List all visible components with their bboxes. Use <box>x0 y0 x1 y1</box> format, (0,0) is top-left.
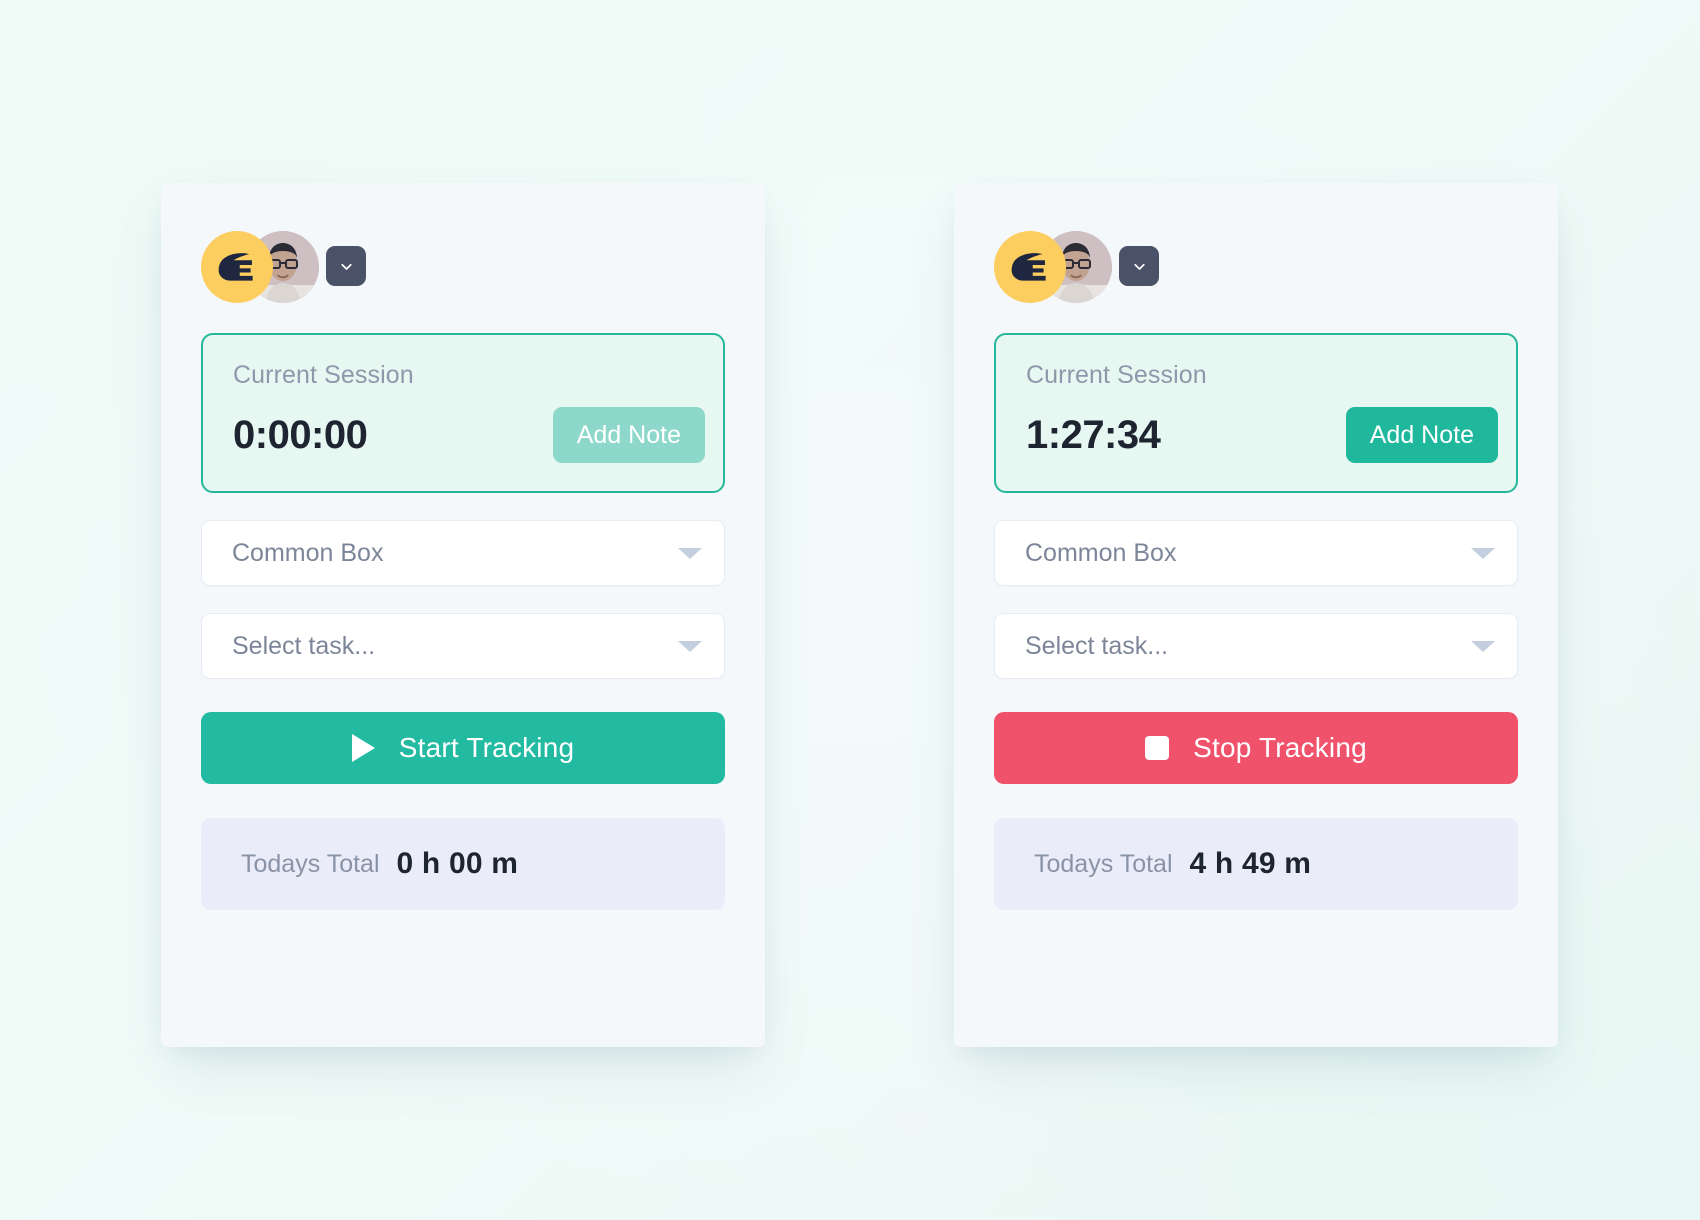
account-dropdown-button[interactable] <box>1119 246 1159 286</box>
task-select[interactable]: Select task... <box>201 613 725 679</box>
project-select-value: Common Box <box>1025 538 1177 567</box>
caret-down-icon <box>678 547 702 559</box>
project-select[interactable]: Common Box <box>994 520 1518 586</box>
session-row: 1:27:34 Add Note <box>1026 407 1498 463</box>
project-select[interactable]: Common Box <box>201 520 725 586</box>
chevron-down-icon <box>1133 263 1145 270</box>
avatar-group <box>994 227 1112 305</box>
task-select-value: Select task... <box>1025 631 1169 660</box>
company-logo-e-icon <box>201 231 273 303</box>
session-timer-value: 0:00:00 <box>233 412 368 457</box>
current-session-label: Current Session <box>1026 361 1207 389</box>
card-header <box>994 227 1518 305</box>
add-note-button[interactable]: Add Note <box>552 407 705 463</box>
company-logo-e-icon <box>994 231 1066 303</box>
session-timer-value: 1:27:34 <box>1026 412 1161 457</box>
task-select-value: Select task... <box>232 631 376 660</box>
card-header <box>201 227 725 305</box>
chevron-down-icon <box>340 263 352 270</box>
current-session-panel: Current Session 0:00:00 Add Note <box>201 333 725 493</box>
todays-total-panel: Todays Total 4 h 49 m <box>994 818 1518 910</box>
todays-total-value: 4 h 49 m <box>1189 847 1312 880</box>
current-session-panel: Current Session 1:27:34 Add Note <box>994 333 1518 493</box>
account-dropdown-button[interactable] <box>326 246 366 286</box>
task-select[interactable]: Select task... <box>994 613 1518 679</box>
current-session-label: Current Session <box>233 361 414 389</box>
stop-tracking-label: Stop Tracking <box>1193 732 1367 763</box>
project-select-value: Common Box <box>232 538 384 567</box>
timer-card-running: Current Session 1:27:34 Add Note Common … <box>954 183 1558 1047</box>
todays-total-label: Todays Total <box>1034 849 1173 878</box>
play-icon <box>351 734 375 762</box>
stop-tracking-button[interactable]: Stop Tracking <box>994 712 1518 784</box>
avatar-group <box>201 227 319 305</box>
session-row: 0:00:00 Add Note <box>233 407 705 463</box>
timer-card-idle: Current Session 0:00:00 Add Note Common … <box>161 183 765 1047</box>
todays-total-label: Todays Total <box>241 849 380 878</box>
caret-down-icon <box>678 640 702 652</box>
todays-total-panel: Todays Total 0 h 00 m <box>201 818 725 910</box>
add-note-button[interactable]: Add Note <box>1345 407 1498 463</box>
stop-square-icon <box>1145 736 1170 760</box>
caret-down-icon <box>1471 640 1495 652</box>
page-stage: Current Session 0:00:00 Add Note Common … <box>0 0 1700 1220</box>
todays-total-value: 0 h 00 m <box>396 847 519 880</box>
caret-down-icon <box>1471 547 1495 559</box>
start-tracking-button[interactable]: Start Tracking <box>201 712 725 784</box>
start-tracking-label: Start Tracking <box>398 732 575 763</box>
